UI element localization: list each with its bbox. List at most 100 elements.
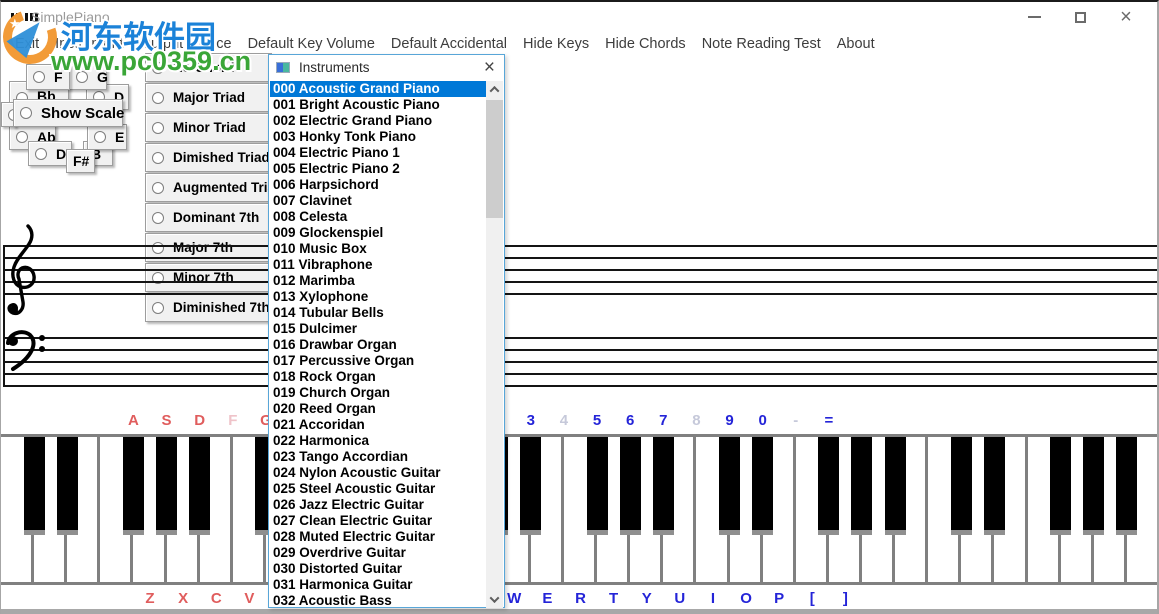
instrument-list-item[interactable]: 011 Vibraphone [270, 257, 487, 273]
maximize-button[interactable] [1057, 2, 1103, 32]
chord-option-dimished-triad[interactable]: Dimished Triad [145, 143, 272, 172]
radio-minor-triad[interactable] [152, 122, 164, 134]
instrument-list-item[interactable]: 002 Electric Grand Piano [270, 113, 487, 129]
radio-key-g[interactable] [76, 71, 88, 83]
menu-item-note-reading-test[interactable]: Note Reading Test [694, 36, 829, 52]
radio-no-chord[interactable] [152, 62, 164, 74]
instrument-list-item[interactable]: 030 Distorted Guitar [270, 561, 487, 577]
menu-item-output-device[interactable]: Output Device [132, 36, 240, 52]
menu-item-about[interactable]: About [829, 36, 883, 52]
staff-line [3, 361, 1157, 363]
instrument-list-item[interactable]: 008 Celesta [270, 209, 487, 225]
menu-item-instrument[interactable]: Instrument [47, 36, 132, 52]
black-key-29[interactable] [951, 437, 972, 535]
instrument-list-item[interactable]: 005 Electric Piano 2 [270, 161, 487, 177]
radio-diminished-7th[interactable] [152, 302, 164, 314]
radio-dominant-7th[interactable] [152, 212, 164, 224]
scrollbar-thumb[interactable] [486, 100, 503, 218]
instrument-list-item[interactable]: 031 Harmonica Guitar [270, 577, 487, 593]
instruments-popup-titlebar[interactable]: Instruments × [269, 55, 504, 81]
black-key-2[interactable] [57, 437, 78, 535]
key-panel-f[interactable]: F [26, 64, 70, 90]
instrument-list-item[interactable]: 028 Muted Electric Guitar [270, 529, 487, 545]
instrument-list-item[interactable]: 012 Marimba [270, 273, 487, 289]
instrument-list-item[interactable]: 009 Glockenspiel [270, 225, 487, 241]
black-key-19[interactable] [620, 437, 641, 535]
instrument-list-item[interactable]: 025 Steel Acoustic Guitar [270, 481, 487, 497]
black-key-4[interactable] [123, 437, 144, 535]
instrument-list-item[interactable]: 007 Clavinet [270, 193, 487, 209]
radio-show-scale[interactable] [20, 107, 32, 119]
instrument-list-item[interactable]: 026 Jazz Electric Guitar [270, 497, 487, 513]
black-key-23[interactable] [752, 437, 773, 535]
menu-item-hide-keys[interactable]: Hide Keys [515, 36, 597, 52]
black-key-16[interactable] [520, 437, 541, 535]
menu-item-default-accidental[interactable]: Default Accidental [383, 36, 515, 52]
instrument-list-item[interactable]: 023 Tango Accordian [270, 449, 487, 465]
key-panel-e[interactable]: E [87, 124, 127, 150]
instrument-list-item[interactable]: 010 Music Box [270, 241, 487, 257]
instrument-list-item[interactable]: 014 Tubular Bells [270, 305, 487, 321]
chord-option-dominant-7th[interactable]: Dominant 7th [145, 203, 272, 232]
key-panel-show-scale[interactable]: Show Scale [13, 99, 123, 127]
black-key-5[interactable] [156, 437, 177, 535]
close-button[interactable]: × [1103, 2, 1149, 32]
radio-key-ab[interactable] [16, 131, 28, 143]
instrument-list-item[interactable]: 013 Xylophone [270, 289, 487, 305]
instrument-list-item[interactable]: 017 Percussive Organ [270, 353, 487, 369]
black-key-34[interactable] [1116, 437, 1137, 535]
black-key-25[interactable] [818, 437, 839, 535]
instrument-list-item[interactable]: 021 Accoridan [270, 417, 487, 433]
black-key-1[interactable] [24, 437, 45, 535]
black-key-18[interactable] [587, 437, 608, 535]
instrument-list-item[interactable]: 024 Nylon Acoustic Guitar [270, 465, 487, 481]
radio-key-f[interactable] [33, 71, 45, 83]
radio-key-db[interactable] [35, 148, 47, 160]
black-key-32[interactable] [1050, 437, 1071, 535]
black-key-33[interactable] [1083, 437, 1104, 535]
black-key-26[interactable] [851, 437, 872, 535]
instrument-list-item[interactable]: 016 Drawbar Organ [270, 337, 487, 353]
instrument-list-item[interactable]: 020 Reed Organ [270, 401, 487, 417]
radio-dimished-triad[interactable] [152, 152, 164, 164]
instrument-list-item[interactable]: 019 Church Organ [270, 385, 487, 401]
chord-option-minor-7th[interactable]: Minor 7th [145, 263, 272, 292]
instrument-list-item[interactable]: 015 Dulcimer [270, 321, 487, 337]
instrument-list-item[interactable]: 032 Acoustic Bass [270, 593, 487, 608]
scroll-down-button[interactable] [486, 591, 503, 608]
menu-item-hide-chords[interactable]: Hide Chords [597, 36, 694, 52]
instrument-list-item[interactable]: 001 Bright Acoustic Piano [270, 97, 487, 113]
instruments-popup-close-button[interactable]: × [484, 57, 495, 79]
instrument-list-item[interactable]: 000 Acoustic Grand Piano [270, 81, 487, 97]
instrument-list-scrollbar[interactable] [486, 81, 503, 608]
radio-key-e[interactable] [94, 131, 106, 143]
instrument-list-item[interactable]: 004 Electric Piano 1 [270, 145, 487, 161]
black-key-27[interactable] [885, 437, 906, 535]
radio-major-7th[interactable] [152, 242, 164, 254]
chord-option-minor-triad[interactable]: Minor Triad [145, 113, 272, 142]
chord-option-no-chord[interactable]: No Chord [145, 53, 272, 82]
white-key-binding-label: [ [799, 590, 825, 607]
instrument-list-item[interactable]: 027 Clean Electric Guitar [270, 513, 487, 529]
black-key-30[interactable] [984, 437, 1005, 535]
instrument-list-item[interactable]: 018 Rock Organ [270, 369, 487, 385]
minimize-button[interactable] [1011, 2, 1057, 32]
menu-item-exit[interactable]: Exit [7, 36, 47, 52]
scroll-up-button[interactable] [486, 81, 503, 98]
chord-option-diminished-7th[interactable]: Diminished 7th [145, 293, 272, 322]
key-panel-fsharp[interactable]: F# [66, 149, 95, 173]
chord-option-major-triad[interactable]: Major Triad [145, 83, 272, 112]
radio-major-triad[interactable] [152, 92, 164, 104]
instrument-list-item[interactable]: 029 Overdrive Guitar [270, 545, 487, 561]
instrument-list-item[interactable]: 003 Honky Tonk Piano [270, 129, 487, 145]
black-key-22[interactable] [719, 437, 740, 535]
instrument-list-item[interactable]: 022 Harmonica [270, 433, 487, 449]
menu-item-default-key-volume[interactable]: Default Key Volume [240, 36, 383, 52]
key-panel-g[interactable]: G [69, 64, 107, 90]
radio-augmented-triad[interactable] [152, 182, 164, 194]
black-key-6[interactable] [189, 437, 210, 535]
white-key-binding-label: V [236, 590, 262, 607]
chord-option-augmented-triad[interactable]: Augmented Triad [145, 173, 272, 202]
instrument-list-item[interactable]: 006 Harpsichord [270, 177, 487, 193]
black-key-20[interactable] [653, 437, 674, 535]
